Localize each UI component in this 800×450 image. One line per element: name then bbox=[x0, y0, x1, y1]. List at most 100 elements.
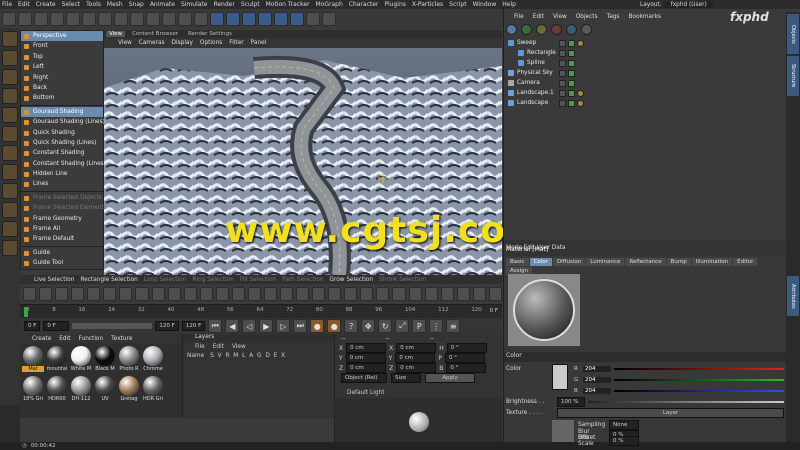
view-menu-item-lines[interactable]: Lines bbox=[21, 179, 103, 189]
model-mode-icon[interactable] bbox=[2, 50, 18, 66]
object-row-landscape-1[interactable]: Landscape.1 bbox=[504, 88, 786, 98]
material-menu-create[interactable]: Create bbox=[32, 336, 51, 342]
next-key-icon[interactable]: ▷ bbox=[276, 319, 291, 333]
coord-field[interactable]: 0 cm bbox=[395, 353, 436, 363]
tweak-mode-icon[interactable] bbox=[2, 183, 18, 199]
world-icon[interactable] bbox=[146, 11, 160, 26]
view-menu-item-front[interactable]: Front bbox=[21, 41, 103, 51]
workplane-icon[interactable] bbox=[2, 88, 18, 104]
modeling-tool-icon[interactable] bbox=[135, 287, 149, 301]
material-hdr00[interactable]: HDR00 bbox=[46, 376, 68, 404]
end-frame-field[interactable]: 120 F bbox=[181, 321, 206, 331]
brightness-row[interactable]: Brightness . . 100 % bbox=[506, 396, 784, 407]
view-menu-item-guide[interactable]: Guide bbox=[21, 248, 103, 258]
layer-filter-icon[interactable] bbox=[521, 23, 532, 35]
menu-render[interactable]: Render bbox=[213, 1, 234, 8]
coord-field[interactable]: 0 ° bbox=[446, 363, 487, 373]
coord-mode-select[interactable]: Object (Rel) bbox=[341, 373, 387, 383]
grid-icon[interactable] bbox=[2, 240, 18, 256]
g-channel[interactable]: G 204 bbox=[574, 375, 784, 384]
coord-field[interactable]: 0 cm bbox=[396, 343, 437, 353]
attr-tab-reflectance[interactable]: Reflectance bbox=[625, 258, 666, 266]
view-menu-item-perspective[interactable]: Perspective bbox=[21, 31, 103, 42]
r-channel[interactable]: R 204 bbox=[574, 364, 784, 373]
preview-start-field[interactable]: 0 F bbox=[43, 321, 70, 331]
modeling-tool-icon[interactable] bbox=[87, 287, 101, 301]
view-menu-item-quick-shading-lines[interactable]: Quick Shading (Lines) bbox=[21, 138, 103, 148]
menu-x-particles[interactable]: X-Particles bbox=[412, 1, 443, 8]
camera-icon[interactable] bbox=[306, 11, 320, 26]
scale-key-icon[interactable]: ⤢ bbox=[395, 319, 410, 333]
material-uv[interactable]: UV bbox=[94, 376, 116, 404]
modeling-tool-icon[interactable] bbox=[167, 287, 181, 301]
object-menu-bookmarks[interactable]: Bookmarks bbox=[628, 14, 660, 20]
object-menu-objects[interactable]: Objects bbox=[576, 14, 598, 20]
visibility-toggle-icon[interactable] bbox=[559, 79, 566, 87]
layers-menu-file[interactable]: File bbox=[195, 344, 205, 350]
tool-grow-selection[interactable]: Grow Selection bbox=[329, 277, 373, 283]
modeling-tool-icon[interactable] bbox=[23, 287, 37, 301]
subdivide-icon[interactable] bbox=[242, 11, 256, 26]
b-channel[interactable]: B 204 bbox=[574, 386, 784, 395]
viewport-menu-options[interactable]: Options bbox=[200, 40, 222, 46]
menu-file[interactable]: File bbox=[2, 1, 12, 8]
rotate-icon[interactable] bbox=[82, 11, 96, 26]
object-menu-view[interactable]: View bbox=[553, 14, 567, 20]
modeling-tool-icon[interactable] bbox=[199, 287, 213, 301]
coord-field[interactable]: 0 cm bbox=[346, 343, 387, 353]
menu-sculpt[interactable]: Sculpt bbox=[241, 1, 260, 8]
tab-content-browser[interactable]: Content Browser bbox=[129, 31, 181, 37]
viewport-menu-panel[interactable]: Panel bbox=[251, 40, 267, 46]
modeling-tool-icon[interactable] bbox=[312, 287, 326, 301]
material-white-m[interactable]: White M bbox=[70, 346, 92, 374]
color-swatch[interactable] bbox=[552, 364, 568, 390]
view-menu-item-bottom[interactable]: Bottom bbox=[21, 93, 103, 103]
playhead[interactable] bbox=[24, 307, 28, 317]
menu-help[interactable]: Help bbox=[502, 1, 516, 8]
view-menu-item-constant-shading-lines[interactable]: Constant Shading (Lines) bbox=[21, 159, 106, 169]
tool-live-selection[interactable]: Live Selection bbox=[34, 277, 74, 283]
object-menu-file[interactable]: File bbox=[514, 14, 524, 20]
preview-end-field[interactable]: 120 F bbox=[155, 321, 179, 331]
param-key-icon[interactable]: P bbox=[412, 319, 427, 333]
modeling-tool-icon[interactable] bbox=[183, 287, 197, 301]
layout-value[interactable]: fxphd (User) bbox=[664, 1, 713, 8]
visibility-toggle-icon[interactable] bbox=[559, 59, 566, 67]
modeling-tool-icon[interactable] bbox=[376, 287, 390, 301]
modeling-tool-icon[interactable] bbox=[71, 287, 85, 301]
coord-field[interactable]: 0 cm bbox=[345, 353, 386, 363]
enabled-check-icon[interactable] bbox=[568, 89, 575, 97]
pen-icon[interactable] bbox=[226, 11, 240, 26]
goto-end-icon[interactable]: ⏭ bbox=[293, 319, 308, 333]
modeling-tool-icon[interactable] bbox=[215, 287, 229, 301]
new-window-icon[interactable] bbox=[581, 23, 592, 35]
viewport-menu-cameras[interactable]: Cameras bbox=[139, 40, 165, 46]
visibility-toggle-icon[interactable] bbox=[559, 69, 566, 77]
modeling-tool-icon[interactable] bbox=[39, 287, 53, 301]
tool-rectangle-selection[interactable]: Rectangle Selection bbox=[80, 277, 137, 283]
material-menu-function[interactable]: Function bbox=[79, 336, 104, 342]
enabled-check-icon[interactable] bbox=[568, 39, 575, 47]
modeling-tool-icon[interactable] bbox=[472, 287, 486, 301]
goto-start-icon[interactable]: ⏮ bbox=[208, 319, 223, 333]
menu-mograph[interactable]: MoGraph bbox=[316, 1, 343, 8]
menu-simulate[interactable]: Simulate bbox=[181, 1, 208, 8]
texture-mode-icon[interactable] bbox=[2, 69, 18, 85]
modeling-tool-icon[interactable] bbox=[247, 287, 261, 301]
side-tab-attributes[interactable]: Attributes bbox=[787, 276, 799, 316]
menu-select[interactable]: Select bbox=[62, 1, 81, 8]
select-icon[interactable] bbox=[34, 11, 48, 26]
axis-z-icon[interactable] bbox=[130, 11, 144, 26]
object-row-sweep[interactable]: Sweep bbox=[504, 38, 786, 48]
menu-plugins[interactable]: Plugins bbox=[384, 1, 406, 8]
side-tab-structure[interactable]: Structure bbox=[787, 56, 799, 96]
modeling-tool-icon[interactable] bbox=[440, 287, 454, 301]
modeling-tool-icon[interactable] bbox=[296, 287, 310, 301]
attr-tab-luminance[interactable]: Luminance bbox=[586, 258, 625, 266]
render-settings-icon[interactable] bbox=[194, 11, 208, 26]
make-editable-icon[interactable] bbox=[2, 31, 18, 47]
timeline-window-icon[interactable]: ≡ bbox=[446, 319, 461, 333]
object-row-camera[interactable]: Camera bbox=[504, 78, 786, 88]
modeling-tool-icon[interactable] bbox=[231, 287, 245, 301]
snap-icon[interactable] bbox=[2, 202, 18, 218]
